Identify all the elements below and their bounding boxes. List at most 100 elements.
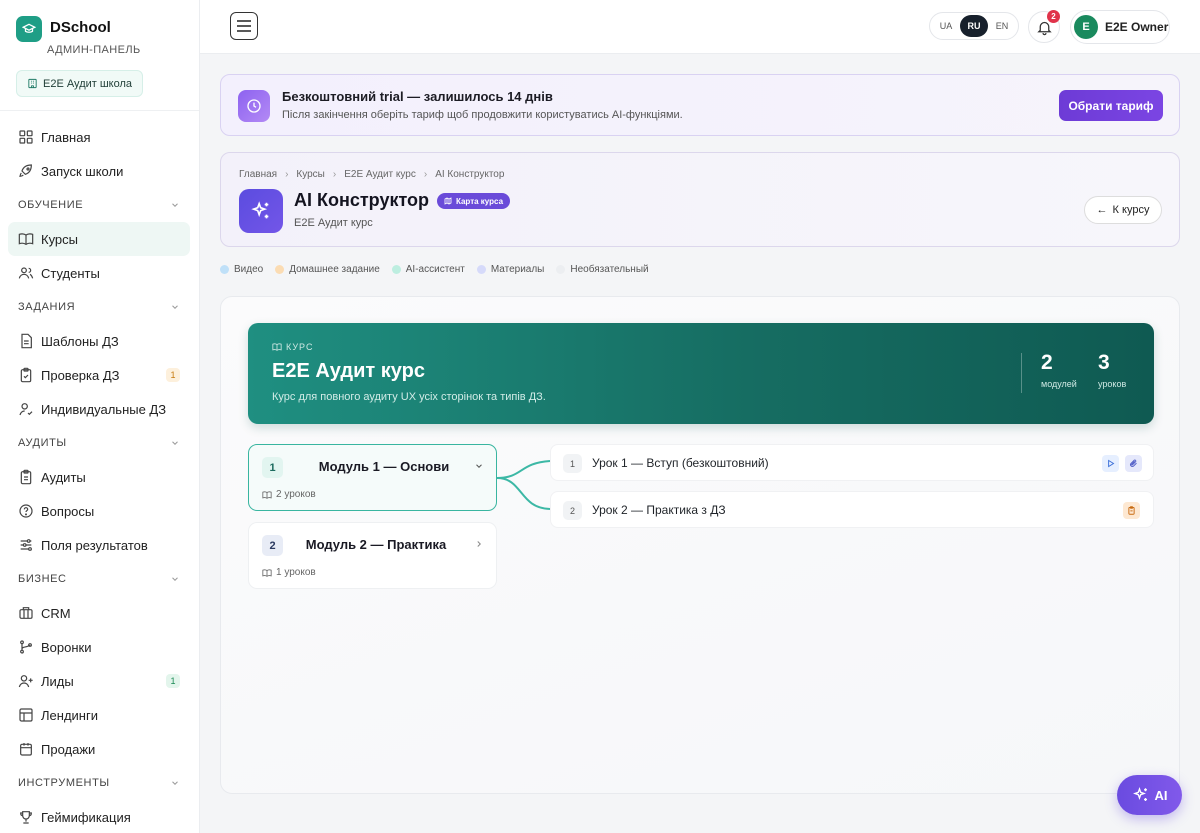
back-to-course-button[interactable]: ← К курсу bbox=[1084, 196, 1162, 224]
sidebar-item-audits[interactable]: Аудиты bbox=[0, 460, 199, 494]
briefcase-icon bbox=[19, 607, 33, 619]
lesson-row[interactable]: 2 Урок 2 — Практика з ДЗ bbox=[550, 491, 1154, 528]
sidebar-item-sales[interactable]: Продажи bbox=[0, 732, 199, 766]
sidebar-item-leads[interactable]: Лиды 1 bbox=[0, 664, 199, 698]
sidebar-item-crm[interactable]: CRM bbox=[0, 596, 199, 630]
choose-plan-button[interactable]: Обрати тариф bbox=[1059, 90, 1163, 121]
sidebar-divider bbox=[0, 110, 199, 111]
menu-toggle-button[interactable] bbox=[230, 12, 258, 40]
lesson-count-label: 1 уроков bbox=[276, 567, 316, 578]
module-number: 2 bbox=[262, 535, 283, 556]
funnel-icon bbox=[20, 640, 32, 654]
receipt-icon bbox=[20, 743, 32, 756]
module-lesson-count: 1 уроков bbox=[262, 567, 316, 578]
legend-label: Материалы bbox=[490, 264, 545, 275]
stats-divider bbox=[1021, 353, 1022, 393]
sidebar-item-label: Проверка ДЗ bbox=[41, 367, 120, 383]
course-title: E2E Аудит курс bbox=[272, 360, 425, 382]
sidebar-item-label: Индивидуальные ДЗ bbox=[41, 401, 167, 417]
legend-dot bbox=[556, 265, 566, 274]
chevron-down-icon bbox=[476, 464, 482, 468]
sidebar-item-label: Главная bbox=[41, 129, 91, 145]
trial-subtitle: Після закінчення оберіть тариф щоб продо… bbox=[282, 109, 683, 121]
sidebar-item-home[interactable]: Главная bbox=[0, 120, 199, 154]
sidebar-item-launch[interactable]: Запуск школи bbox=[0, 154, 199, 188]
page-header: Главная › Курсы › E2E Аудит курс › AI Ко… bbox=[220, 152, 1180, 247]
module-card[interactable]: 1 Модуль 1 — Основи 2 уроков bbox=[248, 444, 497, 511]
sidebar-item-hw-review[interactable]: Проверка ДЗ 1 bbox=[0, 358, 199, 392]
ai-assistant-button[interactable]: AI bbox=[1117, 775, 1182, 815]
homework-icon bbox=[1123, 502, 1140, 519]
school-selector[interactable]: E2E Аудит школа bbox=[16, 70, 144, 97]
sidebar-item-label: Вопросы bbox=[41, 503, 95, 519]
breadcrumb-separator: › bbox=[332, 169, 337, 180]
lesson-count-label: 2 уроков bbox=[276, 489, 316, 500]
building-icon bbox=[28, 78, 37, 89]
lang-ru[interactable]: RU bbox=[960, 15, 988, 37]
sidebar-item-label: Курсы bbox=[41, 231, 79, 247]
module-lesson-connector bbox=[497, 460, 551, 510]
clock-icon bbox=[238, 90, 270, 122]
sidebar-item-label: CRM bbox=[41, 605, 71, 621]
sidebar-section-label: АУДИТЫ bbox=[18, 437, 67, 449]
sidebar-section-label: БИЗНЕС bbox=[18, 573, 67, 585]
sliders-icon bbox=[20, 539, 32, 551]
user-menu[interactable]: E E2E Owner bbox=[1070, 10, 1170, 44]
sidebar: DSchool АДМИН-ПАНЕЛЬ E2E Аудит школа Гла… bbox=[0, 0, 200, 833]
sidebar-item-landings[interactable]: Лендинги bbox=[0, 698, 199, 732]
trophy-icon bbox=[20, 811, 32, 824]
course-tag: КУРС bbox=[272, 342, 313, 352]
sidebar-item-questions[interactable]: Вопросы bbox=[0, 494, 199, 528]
sidebar-item-result-fields[interactable]: Поля результатов bbox=[0, 528, 199, 562]
legend-item-optional: Необязательный bbox=[556, 264, 649, 275]
page-title: AI Конструктор bbox=[294, 190, 430, 210]
sidebar-section-tasks[interactable]: ЗАДАНИЯ bbox=[0, 290, 199, 324]
count-badge: 1 bbox=[166, 674, 180, 688]
module-title: Модуль 1 — Основи bbox=[318, 459, 450, 474]
sidebar-section-tools[interactable]: ИНСТРУМЕНТЫ bbox=[0, 766, 199, 800]
legend-label: Домашнее задание bbox=[289, 264, 380, 275]
sidebar-item-gamification[interactable]: Геймификация bbox=[0, 800, 199, 833]
page-subtitle: E2E Аудит курс bbox=[294, 217, 373, 229]
breadcrumb-item[interactable]: Курсы bbox=[296, 169, 324, 180]
sidebar-section-learning[interactable]: ОБУЧЕНИЕ bbox=[0, 188, 199, 222]
notifications-button[interactable]: 2 bbox=[1028, 10, 1060, 43]
breadcrumb-item[interactable]: Главная bbox=[239, 169, 277, 180]
topbar: UA RU EN 2 E E2E Owner bbox=[200, 0, 1200, 54]
legend-dot bbox=[391, 265, 401, 274]
clipboard-check-icon bbox=[20, 367, 32, 383]
legend-dot bbox=[476, 265, 486, 274]
sidebar-item-individual-hw[interactable]: Индивидуальные ДЗ bbox=[0, 392, 199, 426]
lesson-row[interactable]: 1 Урок 1 — Вступ (безкоштовний) bbox=[550, 444, 1154, 481]
module-card[interactable]: 2 Модуль 2 — Практика 1 уроков bbox=[248, 522, 497, 589]
legend-dot bbox=[275, 265, 285, 274]
modules-count: 2 bbox=[1041, 351, 1053, 374]
sidebar-item-students[interactable]: Студенты bbox=[0, 256, 199, 290]
lang-en[interactable]: EN bbox=[988, 15, 1016, 37]
breadcrumb-item[interactable]: E2E Аудит курс bbox=[344, 169, 416, 180]
book-icon bbox=[272, 343, 282, 351]
lang-ua[interactable]: UA bbox=[932, 15, 960, 37]
sidebar-item-funnels[interactable]: Воронки bbox=[0, 630, 199, 664]
paperclip-icon bbox=[1125, 455, 1142, 472]
breadcrumb-separator: › bbox=[285, 169, 289, 180]
lesson-title: Урок 2 — Практика з ДЗ bbox=[592, 503, 726, 517]
breadcrumb-current: AI Конструктор bbox=[435, 169, 505, 180]
sidebar-section-label: ОБУЧЕНИЕ bbox=[18, 199, 84, 211]
sidebar-section-audits[interactable]: АУДИТЫ bbox=[0, 426, 199, 460]
brand[interactable]: DSchool АДМИН-ПАНЕЛЬ bbox=[0, 0, 199, 56]
legend-dot bbox=[220, 265, 229, 274]
user-plus-icon bbox=[18, 675, 33, 688]
module-number: 1 bbox=[262, 457, 283, 478]
sidebar-item-hw-templates[interactable]: Шаблоны ДЗ bbox=[0, 324, 199, 358]
chevron-down-icon bbox=[172, 441, 178, 445]
sidebar-section-business[interactable]: БИЗНЕС bbox=[0, 562, 199, 596]
book-icon bbox=[262, 490, 272, 499]
sidebar-item-courses[interactable]: Курсы bbox=[8, 222, 190, 256]
breadcrumb-separator: › bbox=[423, 169, 428, 180]
brand-name: DSchool bbox=[50, 19, 111, 36]
legend-label: AI-ассистент bbox=[405, 264, 465, 275]
notification-count-badge: 2 bbox=[1047, 10, 1060, 23]
document-icon bbox=[21, 333, 32, 349]
lessons-stat: 3 уроков bbox=[1098, 351, 1126, 389]
